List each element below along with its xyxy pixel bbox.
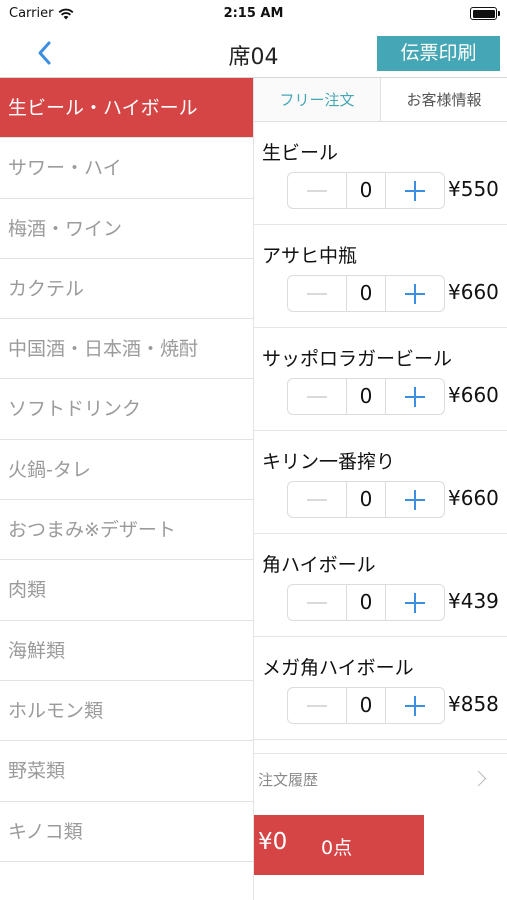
product-name: キリン一番搾り (262, 451, 396, 473)
product-name: アサヒ中瓶 (262, 245, 358, 267)
tab-free-order[interactable]: フリー注文 (254, 78, 380, 121)
plus-icon[interactable] (386, 482, 444, 517)
order-total-button[interactable]: ¥0 0点 (254, 815, 424, 875)
quantity-value: 0 (346, 688, 386, 723)
quantity-value: 0 (346, 276, 386, 311)
product-price: ¥858 (448, 692, 499, 716)
quantity-value: 0 (346, 379, 386, 414)
quantity-stepper: 0 (287, 378, 445, 415)
minus-icon[interactable] (288, 379, 346, 414)
category-item[interactable]: カクテル (0, 259, 253, 320)
product-name: 角ハイボール (262, 554, 376, 576)
order-history-label: 注文履歴 (258, 771, 319, 789)
plus-icon[interactable] (386, 379, 444, 414)
product-price: ¥550 (448, 177, 499, 201)
product-row: アサヒ中瓶 0 ¥660 (254, 225, 507, 328)
quantity-stepper: 0 (287, 481, 445, 518)
product-panel: フリー注文 お客様情報 生ビール 0 ¥550 アサヒ中瓶 0 ¥660 サッポ… (253, 78, 507, 900)
category-item[interactable]: おつまみ※デザート (0, 500, 253, 561)
plus-icon[interactable] (386, 688, 444, 723)
total-item-count: 0点 (321, 837, 353, 859)
category-item[interactable]: 中国酒・日本酒・焼酎 (0, 319, 253, 380)
category-item[interactable]: 生ビール・ハイボール (0, 78, 253, 139)
product-row: メガ角ハイボール 0 ¥858 (254, 637, 507, 740)
quantity-value: 0 (346, 482, 386, 517)
tab-customer-info[interactable]: お客様情報 (380, 78, 507, 121)
category-item[interactable]: ホルモン類 (0, 681, 253, 742)
category-item[interactable]: ソフトドリンク (0, 379, 253, 440)
quantity-value: 0 (346, 585, 386, 620)
quantity-stepper: 0 (287, 687, 445, 724)
product-name: メガ角ハイボール (262, 657, 414, 679)
minus-icon[interactable] (288, 585, 346, 620)
product-name: サッポロラガービール (262, 348, 453, 370)
product-row: キリン一番搾り 0 ¥660 (254, 431, 507, 534)
print-receipt-button[interactable]: 伝票印刷 (377, 36, 500, 71)
product-price: ¥660 (448, 486, 499, 510)
battery-icon (470, 7, 500, 20)
product-price: ¥439 (448, 589, 499, 613)
product-row: 生ビール 0 ¥550 (254, 122, 507, 225)
category-item[interactable]: 野菜類 (0, 741, 253, 802)
product-row: サッポロラガービール 0 ¥660 (254, 328, 507, 431)
order-history-row[interactable]: 注文履歴 (254, 753, 507, 803)
category-item[interactable]: 海鮮類 (0, 621, 253, 681)
nav-bar: 席04 伝票印刷 (0, 28, 507, 78)
category-item[interactable]: 火鍋-タレ (0, 440, 253, 501)
quantity-value: 0 (346, 173, 386, 208)
minus-icon[interactable] (288, 482, 346, 517)
product-price: ¥660 (448, 280, 499, 304)
plus-icon[interactable] (386, 173, 444, 208)
plus-icon[interactable] (386, 276, 444, 311)
status-time: 2:15 AM (223, 6, 284, 21)
product-name: 生ビール (262, 142, 339, 164)
product-price: ¥660 (448, 383, 499, 407)
category-item[interactable]: キノコ類 (0, 802, 253, 862)
category-item[interactable]: 肉類 (0, 560, 253, 621)
minus-icon[interactable] (288, 173, 346, 208)
quantity-stepper: 0 (287, 172, 445, 209)
quantity-stepper: 0 (287, 584, 445, 621)
category-item[interactable]: 梅酒・ワイン (0, 199, 253, 259)
minus-icon[interactable] (288, 276, 346, 311)
quantity-stepper: 0 (287, 275, 445, 312)
minus-icon[interactable] (288, 688, 346, 723)
category-item[interactable]: サワー・ハイ (0, 138, 253, 199)
tab-bar: フリー注文 お客様情報 (254, 78, 507, 122)
total-amount: ¥0 (258, 829, 288, 855)
category-list: 生ビール・ハイボール サワー・ハイ 梅酒・ワイン カクテル 中国酒・日本酒・焼酎… (0, 78, 253, 900)
plus-icon[interactable] (386, 585, 444, 620)
chevron-right-icon (470, 770, 487, 787)
status-bar: Carrier 2:15 AM (0, 0, 507, 28)
product-row: 角ハイボール 0 ¥439 (254, 534, 507, 637)
